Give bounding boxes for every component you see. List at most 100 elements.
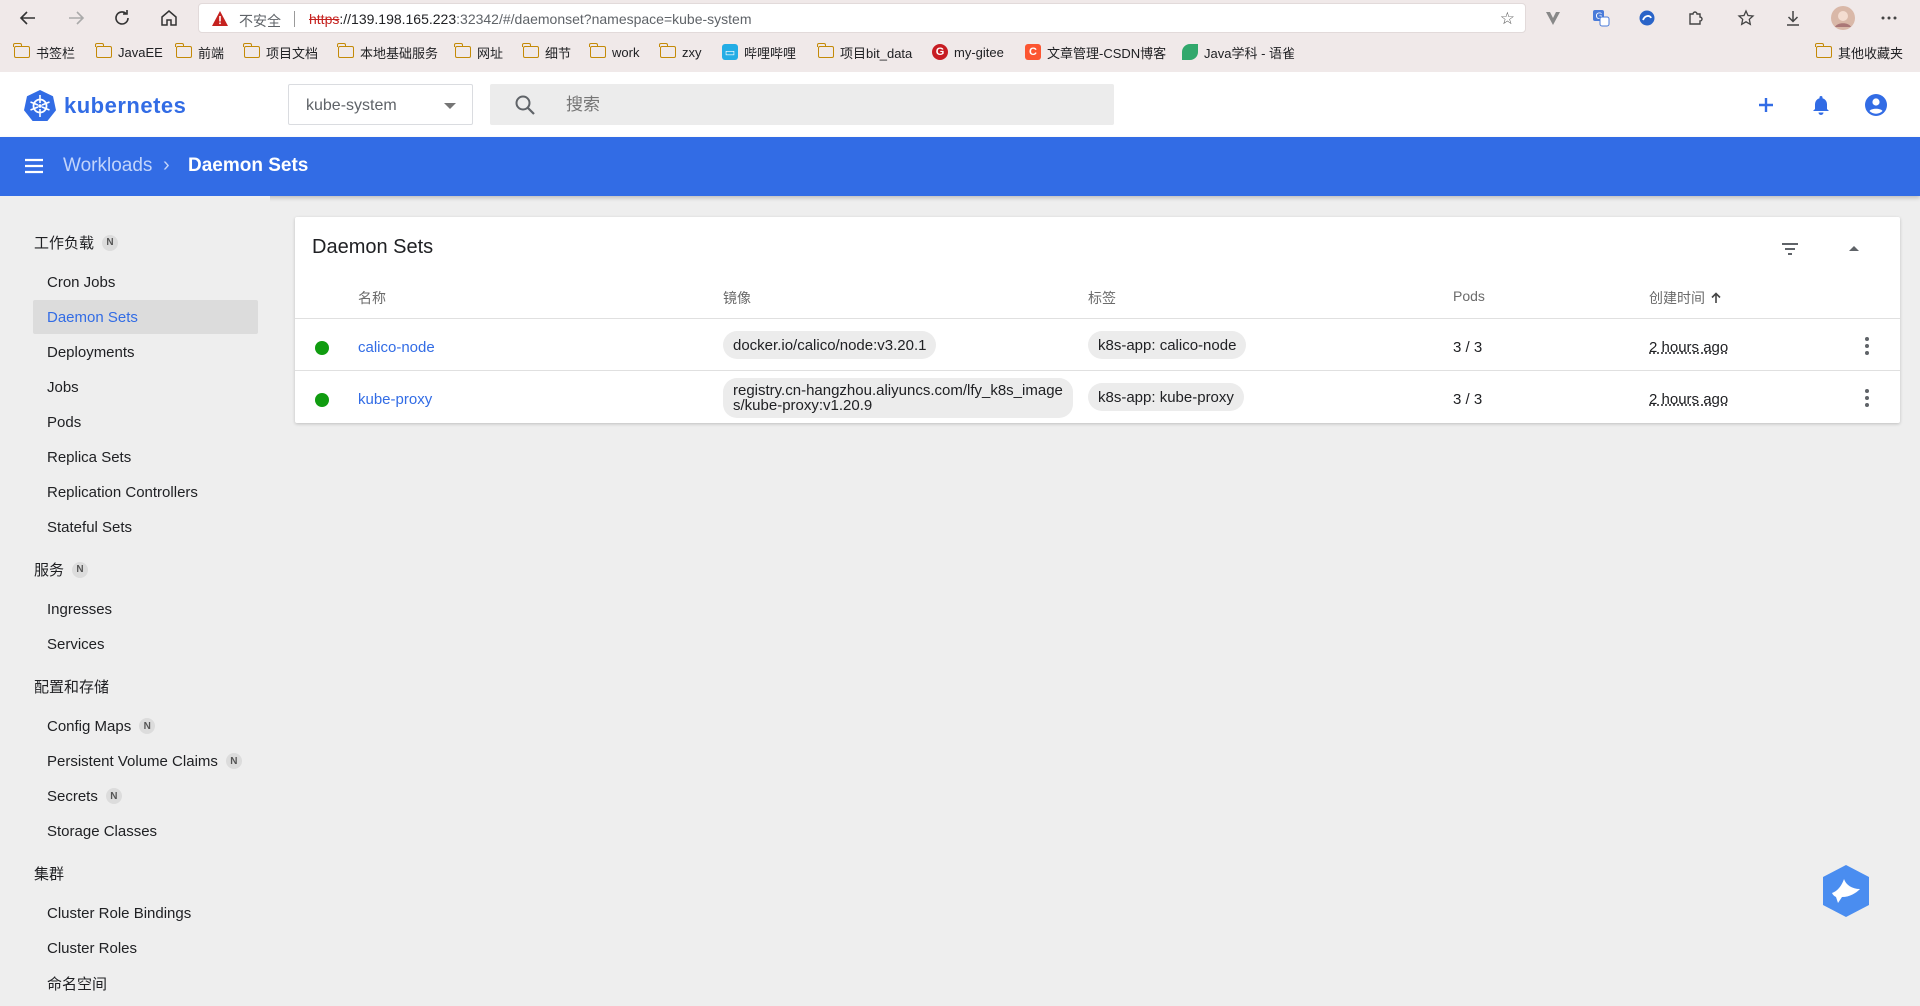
create-button[interactable] xyxy=(1750,89,1782,121)
extension-v-icon[interactable] xyxy=(1540,5,1566,31)
page-title: Daemon Sets xyxy=(188,155,309,176)
sidebar-item-namespaces[interactable]: 命名空间 xyxy=(33,966,258,1000)
sidebar-item-secrets[interactable]: Secrets N xyxy=(33,779,258,813)
sidebar-item-cron-jobs[interactable]: Cron Jobs xyxy=(33,265,258,299)
plus-icon xyxy=(1759,98,1773,112)
translate-icon[interactable]: G xyxy=(1588,5,1614,31)
sidebar-item-daemon-sets[interactable]: Daemon Sets xyxy=(33,300,258,334)
back-icon[interactable] xyxy=(14,4,42,32)
collections-icon[interactable] xyxy=(1733,5,1759,31)
daemonset-name-link[interactable]: kube-proxy xyxy=(358,391,432,408)
status-running-icon xyxy=(315,341,329,355)
folder-icon xyxy=(522,43,539,58)
home-icon[interactable] xyxy=(155,4,183,32)
extensions-puzzle-icon[interactable] xyxy=(1682,5,1708,31)
sidebar-item-ingresses[interactable]: Ingresses xyxy=(33,592,258,626)
profile-avatar[interactable] xyxy=(1830,5,1856,31)
sort-arrow-up-icon xyxy=(1711,292,1721,303)
card-title: Daemon Sets xyxy=(312,236,434,258)
folder-icon xyxy=(95,43,112,58)
download-icon[interactable] xyxy=(1780,5,1806,31)
yuque-icon xyxy=(1182,44,1198,60)
more-vertical-icon[interactable] xyxy=(1855,386,1879,410)
sidebar-item-stateful-sets[interactable]: Stateful Sets xyxy=(33,510,258,544)
image-chip: registry.cn-hangzhou.aliyuncs.com/lfy_k8… xyxy=(723,378,1073,418)
other-bookmarks[interactable]: 其他收藏夹 xyxy=(1815,42,1903,62)
folder-icon xyxy=(175,43,192,58)
sidebar-item-services[interactable]: Services xyxy=(33,627,258,661)
bookmark-item[interactable]: 项目bit_data xyxy=(817,42,912,62)
floating-bird-icon[interactable] xyxy=(1818,863,1874,919)
daemonset-name-link[interactable]: calico-node xyxy=(358,339,435,356)
favorite-star-icon[interactable]: ☆ xyxy=(1500,9,1515,29)
sidebar-item-deployments[interactable]: Deployments xyxy=(33,335,258,369)
label-chip: k8s-app: kube-proxy xyxy=(1088,383,1244,411)
sidebar-item-persistent-volume-claims[interactable]: Persistent Volume Claims N xyxy=(33,744,258,778)
bookmark-item[interactable]: 细节 xyxy=(522,42,571,62)
bookmark-item[interactable]: C 文章管理-CSDN博客 xyxy=(1025,42,1166,62)
folder-icon xyxy=(1815,43,1832,58)
filter-icon[interactable] xyxy=(1778,237,1802,261)
bookmark-item[interactable]: 本地基础服务 xyxy=(337,42,438,62)
namespace-select[interactable]: kube-system xyxy=(288,84,473,125)
more-menu-icon[interactable] xyxy=(1876,5,1902,31)
more-vertical-icon[interactable] xyxy=(1855,334,1879,358)
bookmark-item[interactable]: zxy xyxy=(659,42,702,62)
sidebar-item-replica-sets[interactable]: Replica Sets xyxy=(33,440,258,474)
folder-icon xyxy=(454,43,471,58)
sidebar-section-workloads[interactable]: 工作负载 N xyxy=(34,232,119,253)
bookmark-item[interactable]: 网址 xyxy=(454,42,503,62)
bookmark-item[interactable]: Gmy-gitee xyxy=(932,42,1004,62)
sidebar-section-services[interactable]: 服务 N xyxy=(34,559,89,580)
reload-icon[interactable] xyxy=(108,4,136,32)
notifications-button[interactable] xyxy=(1805,89,1837,121)
bookmark-item[interactable]: 书签栏 xyxy=(13,42,75,62)
column-header-image: 镜像 xyxy=(723,290,751,306)
bookmarks-bar: 书签栏 JavaEE 前端 项目文档 本地基础服务 网址 细节 work zxy… xyxy=(0,38,1920,66)
column-header-name[interactable]: 名称 xyxy=(358,288,386,308)
sidebar-section-cluster[interactable]: 集群 xyxy=(34,863,64,884)
breadcrumb-workloads[interactable]: Workloads xyxy=(63,155,152,177)
account-button[interactable] xyxy=(1860,89,1892,121)
folder-icon xyxy=(337,43,354,58)
folder-icon xyxy=(659,43,676,58)
sidebar-item-config-maps[interactable]: Config Maps N xyxy=(33,709,258,743)
warning-icon xyxy=(212,11,228,26)
sidebar-item-replication-controllers[interactable]: Replication Controllers xyxy=(33,475,258,509)
kubernetes-logo-icon[interactable] xyxy=(24,89,56,121)
brand-name[interactable]: kubernetes xyxy=(64,93,186,119)
bookmark-item[interactable]: 前端 xyxy=(175,42,224,62)
sidebar-item-cluster-roles[interactable]: Cluster Roles xyxy=(33,931,258,965)
folder-icon xyxy=(817,43,834,58)
column-header-created[interactable]: 创建时间 xyxy=(1649,288,1723,308)
namespaced-badge: N xyxy=(139,718,156,734)
sidebar-item-storage-classes[interactable]: Storage Classes xyxy=(33,814,258,848)
bookmark-item[interactable]: ▭ 哔哩哔哩 xyxy=(722,42,796,62)
created-time: 2 hours ago xyxy=(1649,391,1729,408)
folder-icon xyxy=(13,43,30,58)
status-running-icon xyxy=(315,393,329,407)
bookmark-item[interactable]: JavaEE xyxy=(95,42,163,62)
url-text[interactable]: https://139.198.165.223:32342/#/daemonse… xyxy=(309,11,752,27)
caret-down-icon xyxy=(444,103,456,109)
bookmark-item[interactable]: Java学科 - 语雀 xyxy=(1182,42,1295,62)
sidebar-section-config-storage[interactable]: 配置和存储 xyxy=(34,676,109,697)
pods-count: 3 / 3 xyxy=(1453,339,1483,356)
edge-extension-icon[interactable] xyxy=(1634,5,1660,31)
search-box xyxy=(490,84,1114,125)
bookmark-item[interactable]: work xyxy=(589,42,639,62)
sidebar-item-pods[interactable]: Pods xyxy=(33,405,258,439)
address-bar[interactable]: 不安全 https://139.198.165.223:32342/#/daem… xyxy=(198,3,1526,33)
pods-count: 3 / 3 xyxy=(1453,391,1483,408)
app-header: kubernetes kube-system xyxy=(0,72,1920,137)
namespaced-badge: N xyxy=(105,788,122,804)
search-icon xyxy=(515,95,535,115)
address-row: 不安全 https://139.198.165.223:32342/#/daem… xyxy=(0,0,1920,36)
sidebar-item-jobs[interactable]: Jobs xyxy=(33,370,258,404)
menu-icon[interactable] xyxy=(22,154,46,178)
forward-icon[interactable] xyxy=(62,4,90,32)
sidebar-item-cluster-role-bindings[interactable]: Cluster Role Bindings xyxy=(33,896,258,930)
collapse-icon[interactable] xyxy=(1842,237,1866,261)
search-input[interactable] xyxy=(566,92,1086,118)
bookmark-item[interactable]: 项目文档 xyxy=(243,42,318,62)
